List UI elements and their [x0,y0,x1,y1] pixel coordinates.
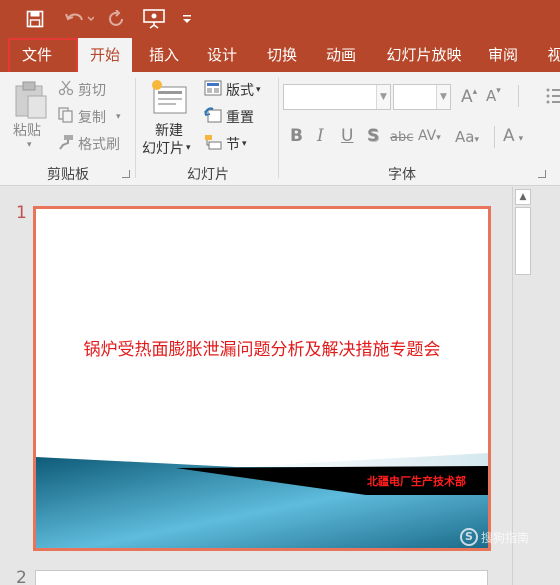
quick-access-toolbar [0,0,560,38]
tab-review[interactable]: 审阅 [478,38,528,72]
chevron-down-icon: ▾ [436,133,441,143]
font-color-label: A [503,126,515,146]
section-icon [204,134,222,154]
chevron-down-icon: ▾ [256,85,261,95]
tab-design[interactable]: 设计 [196,38,248,72]
watermark-logo: S [460,528,478,546]
strikethrough-button[interactable]: abc [390,130,413,145]
chevron-down-icon: ▾ [518,134,524,144]
slide-title: 锅炉受热面膨胀泄漏问题分析及解决措施专题会 [83,340,441,360]
layout-button[interactable]: 版式 ▾ [204,80,261,100]
decrease-font-size-button[interactable]: A ▾ [486,86,501,105]
powerpoint-window: 文件 开始 插入 设计 切换 动画 幻灯片放映 审阅 视 粘贴 ▾ 剪切 复制 … [0,0,560,585]
copy-dropdown-icon[interactable]: ▾ [116,112,121,122]
new-slide-dropdown[interactable]: 幻灯片 ▾ [142,138,191,158]
section-button[interactable]: 节 ▾ [204,134,247,154]
cut-button[interactable]: 剪切 [58,80,106,100]
case-label: Aa [455,128,475,146]
paste-dropdown-icon[interactable]: ▾ [27,140,32,150]
new-slide-label-2: 幻灯片 [142,141,184,157]
watermark-text: 搜狗指南 [481,530,530,545]
tab-home[interactable]: 开始 [78,38,132,72]
format-painter-icon [58,134,74,154]
clipboard-group-label: 剪贴板 [47,167,89,183]
slides-group-label: 幻灯片 [187,167,229,183]
clipboard-dialog-launcher-icon[interactable] [122,170,130,178]
increase-font-size-button[interactable]: A ▴ [461,87,477,107]
layout-icon [204,80,222,100]
copy-button[interactable]: 复制 ▾ [58,107,121,127]
vertical-scrollbar[interactable]: ▲ [512,187,532,585]
bold-button[interactable]: B [290,126,303,146]
slide-footer-text: 北疆电厂生产技术部 [367,475,466,488]
group-divider [135,78,136,178]
character-spacing-button[interactable]: AV▾ [418,128,441,144]
clear-formatting-icon[interactable] [544,86,560,106]
grow-label: A [461,87,473,107]
format-painter-button[interactable]: 格式刷 [58,134,120,154]
font-dialog-launcher-icon[interactable] [538,170,546,178]
ribbon-home: 粘贴 ▾ 剪切 复制 ▾ 格式刷 剪贴板 新建 幻灯片 ▾ 版式 ▾ 重置 节 … [0,72,560,186]
copy-label: 复制 [78,110,106,126]
font-size-combo[interactable]: ▼ [393,84,451,110]
redo-icon[interactable] [106,8,128,30]
font-name-combo[interactable]: ▼ [283,84,391,110]
slide-thumbnail-1[interactable]: 锅炉受热面膨胀泄漏问题分析及解决措施专题会 北疆电厂生产技术部 [33,206,491,551]
format-painter-label: 格式刷 [78,137,120,153]
slide-thumbnail-2[interactable] [35,570,488,585]
tab-animations[interactable]: 动画 [315,38,367,72]
chevron-down-icon: ▾ [186,143,191,153]
tab-slideshow[interactable]: 幻灯片放映 [378,38,470,72]
scroll-up-icon[interactable]: ▲ [515,189,531,205]
tab-file[interactable]: 文件 [8,38,66,72]
chevron-down-icon: ▾ [242,139,247,149]
paste-icon[interactable] [10,78,50,122]
font-color-button[interactable]: A ▾ [503,126,523,146]
present-from-start-icon[interactable] [142,8,166,30]
reset-icon [204,107,222,127]
font-group-label: 字体 [388,167,416,183]
chevron-down-icon: ▾ [474,135,479,145]
group-divider [278,78,279,178]
caret-up-icon: ▴ [472,87,478,97]
section-label: 节 [226,137,240,153]
layout-label: 版式 [226,83,254,99]
scrollbar-thumb[interactable] [515,207,531,275]
shrink-label: A [486,87,497,105]
ribbon-divider [494,126,495,148]
new-slide-icon[interactable] [150,78,192,120]
ribbon-divider [518,85,519,107]
scissors-icon [58,80,74,100]
chevron-down-icon[interactable]: ▼ [376,85,390,109]
spacing-label: AV [418,128,437,144]
paste-label: 粘贴 [13,123,41,139]
customize-qat-icon[interactable] [180,8,194,30]
undo-icon[interactable] [62,8,96,30]
italic-button[interactable]: I [317,126,324,146]
watermark: S 搜狗指南 [460,528,529,546]
ribbon-tabs: 文件 开始 插入 设计 切换 动画 幻灯片放映 审阅 视 [0,38,560,72]
tab-transitions[interactable]: 切换 [256,38,308,72]
new-slide-button[interactable]: 新建 [155,120,183,140]
paste-button[interactable]: 粘贴 [13,120,41,140]
copy-icon [58,107,74,127]
text-shadow-button[interactable]: S [367,126,379,146]
cut-label: 剪切 [78,83,106,99]
save-icon[interactable] [24,8,46,30]
reset-button[interactable]: 重置 [204,107,254,127]
underline-button[interactable]: U [341,126,353,146]
slide-number: 1 [16,203,27,223]
tab-view[interactable]: 视 [540,38,560,72]
slide-number: 2 [16,568,27,585]
reset-label: 重置 [226,110,254,126]
new-slide-label: 新建 [155,123,183,139]
tab-insert[interactable]: 插入 [138,38,190,72]
chevron-down-icon[interactable]: ▼ [436,85,450,109]
caret-down-icon: ▾ [496,86,501,96]
change-case-button[interactable]: Aa▾ [455,128,479,146]
slide-background-graphic [36,453,488,548]
